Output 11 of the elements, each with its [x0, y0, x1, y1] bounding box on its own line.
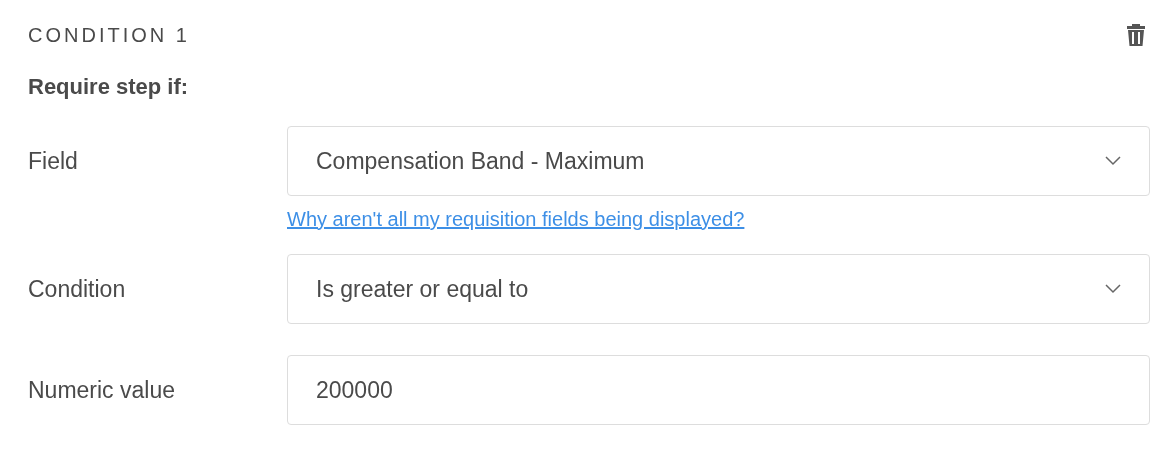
section-label: Require step if: — [28, 74, 190, 101]
dropdown-field[interactable]: Compensation Band - Maximum — [287, 126, 1150, 196]
chevron-icon — [1105, 284, 1121, 294]
field-label: Condition — [28, 275, 127, 304]
field-label: Numeric value — [28, 376, 176, 405]
dropdown-field[interactable]: Is greater or equal to — [287, 254, 1150, 324]
input-field[interactable]: 200000 — [287, 355, 1150, 425]
condition-heading: CONDITION 1 — [28, 23, 190, 47]
delete-icon[interactable] — [1126, 23, 1146, 47]
field-label: Field — [28, 147, 79, 176]
chevron-icon — [1105, 156, 1121, 166]
